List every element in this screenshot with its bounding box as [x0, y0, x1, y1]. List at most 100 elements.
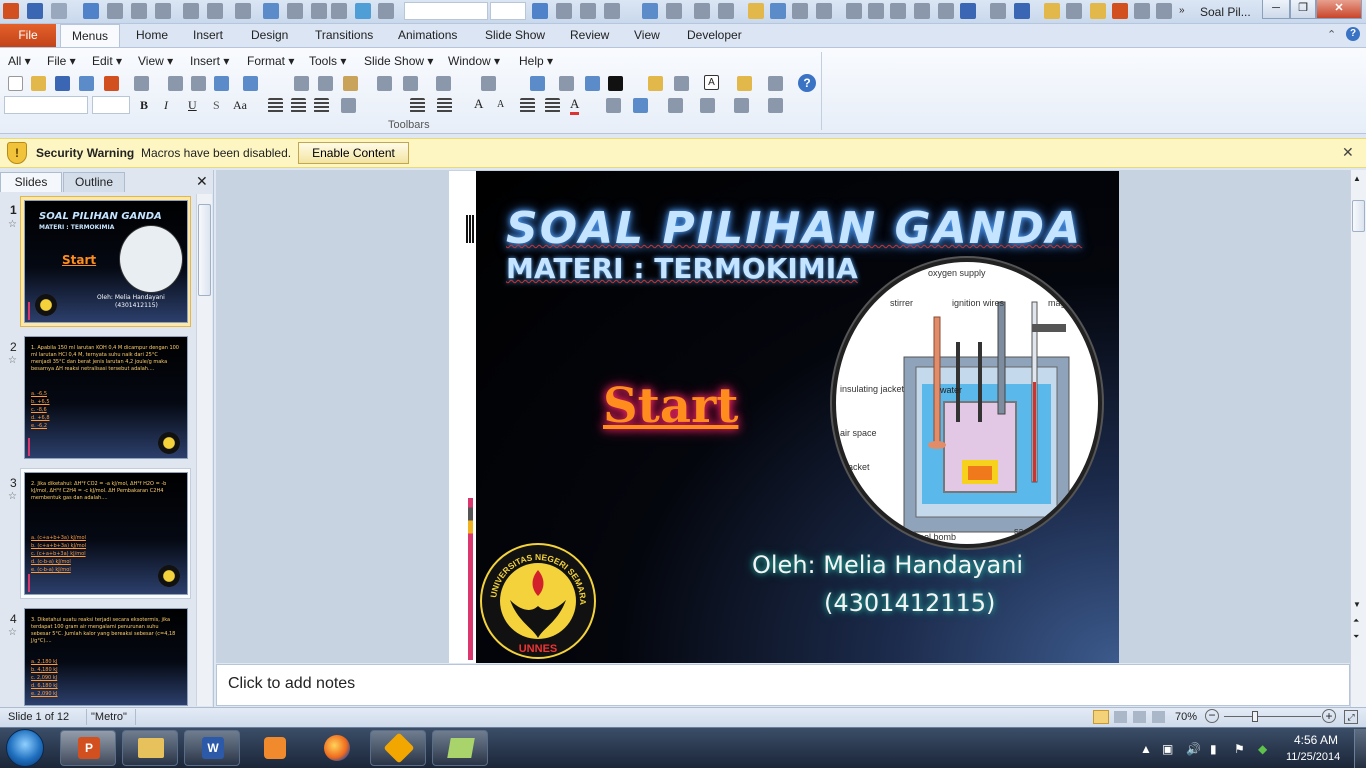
- start-link-button[interactable]: Start: [603, 378, 738, 434]
- shapes-icon[interactable]: [668, 98, 683, 113]
- minimize-ribbon-icon[interactable]: ⌃: [1327, 28, 1336, 41]
- spellcheck-icon[interactable]: [1134, 3, 1150, 19]
- page-icon[interactable]: [694, 3, 710, 19]
- powerpoint-app-icon[interactable]: [3, 3, 19, 19]
- zoom-slider-thumb[interactable]: [1252, 711, 1258, 722]
- layers-icon[interactable]: [1066, 3, 1082, 19]
- table-toolbar-icon[interactable]: [530, 76, 545, 91]
- notes-placeholder[interactable]: Click to add notes: [228, 675, 355, 693]
- numbering-icon[interactable]: [410, 98, 425, 113]
- menu-view[interactable]: View ▾: [138, 54, 173, 68]
- tray-sync-icon[interactable]: ◆: [1258, 742, 1267, 756]
- copy-format-icon[interactable]: [311, 3, 327, 19]
- close-security-bar-icon[interactable]: ✕: [1342, 144, 1354, 161]
- comment-icon[interactable]: [718, 3, 734, 19]
- notes-pane[interactable]: [216, 664, 1350, 706]
- grid-toolbar-icon[interactable]: [585, 76, 600, 91]
- tab-slides[interactable]: Slides: [0, 172, 62, 192]
- menu-edit[interactable]: Edit ▾: [92, 54, 122, 68]
- shadow-button[interactable]: S: [213, 98, 220, 113]
- new-slide-icon[interactable]: [648, 76, 663, 91]
- copy-icon[interactable]: [131, 3, 147, 19]
- menu-slide-show[interactable]: Slide Show ▾: [364, 54, 433, 68]
- tab-view[interactable]: View: [634, 24, 660, 47]
- menu-file[interactable]: File ▾: [47, 54, 76, 68]
- windows-start-button[interactable]: [6, 729, 44, 767]
- next-slide-icon[interactable]: ⏷: [1353, 632, 1359, 642]
- compare-icon[interactable]: [1156, 3, 1172, 19]
- chart-icon[interactable]: [666, 3, 682, 19]
- tab-developer[interactable]: Developer: [687, 24, 742, 47]
- line-color-icon[interactable]: [734, 98, 749, 113]
- clock-time[interactable]: 4:56 AM: [1294, 733, 1338, 747]
- close-panel-icon[interactable]: ✕: [196, 173, 208, 190]
- print-toolbar-icon[interactable]: [168, 76, 183, 91]
- taskbar-powerpoint[interactable]: P: [60, 730, 116, 766]
- columns-icon[interactable]: [890, 3, 906, 19]
- menu-help[interactable]: Help ▾: [519, 54, 553, 68]
- move-icon[interactable]: [938, 3, 954, 19]
- slide-author[interactable]: Oleh: Melia Handayani: [752, 551, 1023, 579]
- add-icon[interactable]: [183, 3, 199, 19]
- tray-volume-icon[interactable]: 🔊: [1186, 742, 1201, 756]
- folder-icon[interactable]: [748, 3, 764, 19]
- align-left-icon[interactable]: [268, 98, 283, 113]
- bullets-icon[interactable]: [155, 3, 171, 19]
- menu-window[interactable]: Window ▾: [448, 54, 500, 68]
- tab-menus[interactable]: Menus: [60, 24, 120, 47]
- slide-sorter-icon[interactable]: [1114, 711, 1127, 723]
- grow-font-icon[interactable]: A: [474, 96, 483, 112]
- align-icon[interactable]: [990, 3, 1006, 19]
- font-name-combo[interactable]: [4, 96, 88, 114]
- italic-button[interactable]: I: [164, 98, 168, 113]
- text-box-icon[interactable]: A: [704, 75, 719, 90]
- more-commands-icon[interactable]: »: [1179, 5, 1185, 16]
- menu-insert[interactable]: Insert ▾: [190, 54, 229, 68]
- main-scroll-thumb[interactable]: [1352, 200, 1365, 232]
- tab-review[interactable]: Review: [570, 24, 609, 47]
- insert-icon[interactable]: [207, 3, 223, 19]
- panel-scrollbar[interactable]: [196, 194, 212, 706]
- tab-insert[interactable]: Insert: [193, 24, 223, 47]
- normal-view-icon[interactable]: [1093, 710, 1109, 724]
- slide-title[interactable]: SOAL PILIHAN GANDA: [506, 203, 1082, 254]
- taskbar-explorer[interactable]: [122, 730, 178, 766]
- help-toolbar-icon[interactable]: ?: [798, 74, 816, 92]
- show-desktop-button[interactable]: [1354, 729, 1366, 768]
- tab-slide-show[interactable]: Slide Show: [485, 24, 545, 47]
- window-icon[interactable]: [816, 3, 832, 19]
- font-size-combo[interactable]: [92, 96, 130, 114]
- tray-network-icon[interactable]: ▮: [1210, 742, 1217, 756]
- undo-icon[interactable]: [51, 3, 67, 19]
- sun-icon[interactable]: [1044, 3, 1060, 19]
- zoom-level[interactable]: 70%: [1175, 711, 1197, 723]
- bomb-calorimeter-image[interactable]: oxygen supply stirrer ignition wires mag…: [832, 258, 1102, 548]
- slide-thumbnail-1[interactable]: SOAL PILIHAN GANDA MATERI : TERMOKIMIA S…: [24, 200, 188, 323]
- redo-toolbar-icon[interactable]: [436, 76, 451, 91]
- font-color-icon[interactable]: [604, 3, 620, 19]
- print-preview-icon[interactable]: [191, 76, 206, 91]
- refresh-icon[interactable]: [868, 3, 884, 19]
- slide-student-id[interactable]: (4301412115): [824, 589, 995, 617]
- taskbar-word[interactable]: W: [184, 730, 240, 766]
- save-icon[interactable]: [27, 3, 43, 19]
- bold-button[interactable]: B: [140, 98, 148, 113]
- cut-icon[interactable]: [107, 3, 123, 19]
- tab-design[interactable]: Design: [251, 24, 288, 47]
- layout-icon[interactable]: [287, 3, 303, 19]
- previous-slide-icon[interactable]: ⏶: [1353, 616, 1359, 626]
- arrange-icon[interactable]: [633, 98, 648, 113]
- new-document-icon[interactable]: [8, 76, 23, 91]
- record-icon[interactable]: [1112, 3, 1128, 19]
- bullets-toolbar-icon[interactable]: [437, 98, 452, 113]
- columns-toolbar-icon[interactable]: [341, 98, 356, 113]
- tray-flag-icon[interactable]: ⚑: [1234, 742, 1245, 756]
- group-icon[interactable]: [1014, 3, 1030, 19]
- pen-toolbar-icon[interactable]: [481, 76, 496, 91]
- maximize-button[interactable]: ❐: [1290, 0, 1316, 19]
- scroll-down-icon[interactable]: ▼: [1353, 600, 1361, 609]
- tab-transitions[interactable]: Transitions: [315, 24, 373, 47]
- table-icon[interactable]: [355, 3, 371, 19]
- layout-toolbar-icon[interactable]: [674, 76, 689, 91]
- cut-toolbar-icon[interactable]: [294, 76, 309, 91]
